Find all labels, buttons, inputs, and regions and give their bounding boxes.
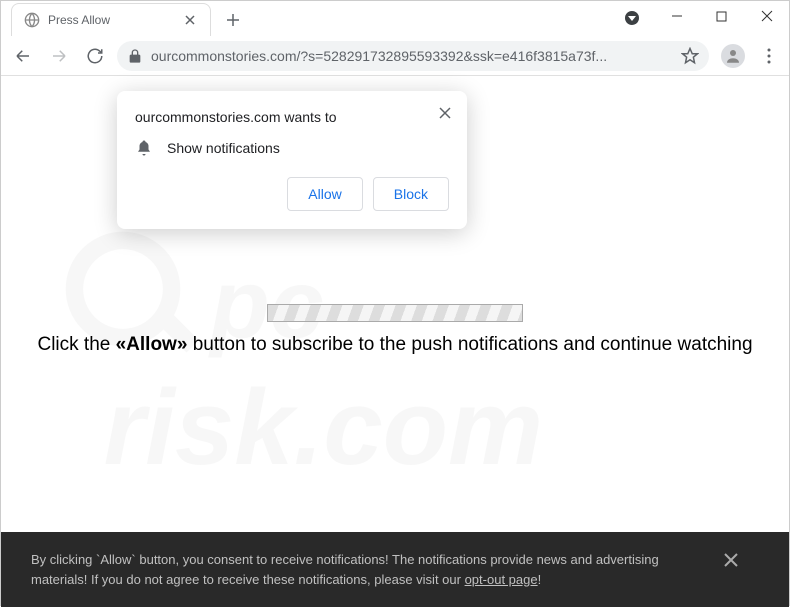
url-text: ourcommonstories.com/?s=5282917328955933… — [151, 48, 673, 64]
titlebar: Press Allow — [1, 1, 789, 36]
consent-banner: By clicking `Allow` button, you consent … — [1, 532, 789, 607]
banner-line1: By clicking `Allow` button, you consent … — [31, 552, 659, 567]
watermark: pcrisk.com — [55, 221, 735, 498]
main-text-p2: button to subscribe to the push notifica… — [187, 334, 752, 355]
lock-icon — [127, 48, 143, 64]
popup-buttons: Allow Block — [135, 177, 449, 211]
page-content: pcrisk.com Click the «Allow» button to s… — [1, 76, 789, 607]
back-button[interactable] — [9, 42, 37, 70]
forward-button[interactable] — [45, 42, 73, 70]
banner-line2b: ! — [538, 572, 542, 587]
progress-bar — [267, 304, 523, 322]
active-tab[interactable]: Press Allow — [11, 3, 211, 36]
maximize-button[interactable] — [699, 1, 744, 31]
tab-title: Press Allow — [48, 13, 174, 27]
allow-button[interactable]: Allow — [287, 177, 362, 211]
main-text-p1: Click the — [37, 334, 115, 355]
tabs-area: Press Allow — [1, 1, 620, 36]
popup-label: Show notifications — [167, 140, 280, 156]
address-bar[interactable]: ourcommonstories.com/?s=5282917328955933… — [117, 41, 709, 71]
browser-window: Press Allow ourcommonstories.com/?s=5282… — [0, 0, 790, 606]
globe-icon — [24, 12, 40, 28]
main-text-strong: «Allow» — [116, 334, 188, 355]
window-close-button[interactable] — [744, 1, 789, 31]
menu-icon[interactable] — [757, 44, 781, 68]
window-controls — [654, 1, 789, 31]
main-text: Click the «Allow» button to subscribe to… — [1, 334, 789, 356]
banner-text: By clicking `Allow` button, you consent … — [31, 550, 703, 589]
opt-out-link[interactable]: opt-out page — [465, 572, 538, 587]
profile-icon[interactable] — [721, 44, 745, 68]
svg-text:risk.com: risk.com — [104, 367, 543, 487]
close-icon[interactable] — [182, 12, 198, 28]
close-icon[interactable] — [435, 103, 455, 123]
popup-row: Show notifications — [135, 139, 449, 157]
minimize-button[interactable] — [654, 1, 699, 31]
permission-popup: ourcommonstories.com wants to Show notif… — [117, 91, 467, 229]
new-tab-button[interactable] — [219, 6, 247, 34]
block-button[interactable]: Block — [373, 177, 449, 211]
close-icon[interactable] — [723, 550, 739, 572]
bell-icon — [135, 139, 153, 157]
extensions-icon[interactable] — [620, 6, 644, 30]
star-icon[interactable] — [681, 47, 699, 65]
popup-title: ourcommonstories.com wants to — [135, 109, 449, 125]
toolbar: ourcommonstories.com/?s=5282917328955933… — [1, 36, 789, 76]
banner-line2a: materials! If you do not agree to receiv… — [31, 572, 465, 587]
reload-button[interactable] — [81, 42, 109, 70]
